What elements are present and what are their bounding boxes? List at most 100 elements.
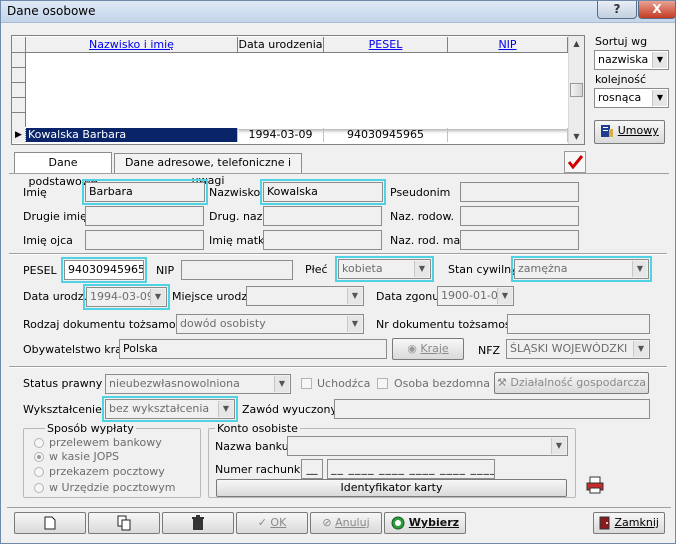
dod-label: Data zgonu	[376, 290, 440, 303]
table-row[interactable]: Kowalska Barbara 1994-03-09 94030945965	[25, 127, 568, 143]
chevron-down-icon[interactable]: ▼	[218, 401, 233, 417]
nfz-select[interactable]: ŚLĄSKI WOJEWÓDZKI ▼	[506, 339, 650, 359]
chevron-down-icon[interactable]: ▼	[274, 376, 289, 392]
new-document-icon	[44, 516, 56, 530]
nip-label: NIP	[156, 264, 175, 277]
mother-name-field[interactable]	[263, 230, 382, 250]
pseudonym-field[interactable]	[460, 182, 579, 202]
citizenship-field[interactable]: Polska	[119, 339, 387, 359]
dane-osobowe-window: Dane osobowe ? X Nazwisko i imię Data ur…	[0, 0, 676, 544]
business-activity-button[interactable]: ⚒ Działalność gospodarcza	[494, 372, 649, 394]
payment-option-label: w kasie JOPS	[49, 450, 119, 463]
sort-by-label: Sortuj wg	[595, 35, 648, 48]
accept-checkmark-button[interactable]	[564, 151, 586, 173]
second-last-name-field[interactable]	[263, 206, 382, 226]
ok-button[interactable]: ✓ OK	[236, 512, 308, 534]
column-header-dob[interactable]: Data urodzenia	[238, 37, 324, 53]
grid-current-row-indicator: ▶	[12, 128, 26, 143]
selected-row-nip[interactable]	[448, 128, 568, 142]
tab-dane-adresowe[interactable]: Dane adresowe, telefoniczne i uwagi	[114, 153, 302, 187]
birthplace-select[interactable]: ▼	[246, 286, 364, 306]
profession-label: Zawód wyuczony	[242, 403, 337, 416]
payment-radio-postal-transfer[interactable]	[34, 467, 44, 477]
chevron-down-icon[interactable]: ▼	[497, 288, 512, 304]
checkmark-icon	[567, 155, 584, 170]
account-number-field[interactable]: __ ____ ____ ____ ____ ____ ____	[327, 459, 495, 479]
column-header-pesel[interactable]: PESEL	[324, 37, 448, 53]
grid-scrollbar[interactable]: ▲ ▼	[568, 36, 584, 144]
close-button[interactable]: Zamknij	[593, 512, 665, 534]
copy-button[interactable]	[88, 512, 160, 534]
chevron-down-icon[interactable]: ▼	[633, 341, 648, 357]
sex-select[interactable]: kobieta ▼	[335, 256, 434, 282]
chevron-down-icon[interactable]: ▼	[150, 289, 165, 305]
selected-row-pesel[interactable]: 94030945965	[324, 128, 448, 142]
exit-door-icon	[599, 516, 610, 530]
close-window-button[interactable]: X	[638, 1, 676, 19]
select-button[interactable]: Wybierz	[384, 512, 466, 534]
second-last-name-label: Drug. naz.	[209, 210, 266, 223]
sort-order-select[interactable]: rosnąca ▼	[594, 88, 669, 108]
mother-family-name-label: Naz. rod. mat.	[390, 234, 468, 247]
selected-row-dob[interactable]: 1994-03-09	[238, 128, 324, 142]
dob-field[interactable]: 1994-03-09 ▼	[83, 284, 170, 310]
title-bar: Dane osobowe ? X	[1, 1, 676, 23]
scroll-up-icon[interactable]: ▲	[569, 36, 584, 51]
family-name-field[interactable]	[460, 206, 579, 226]
tools-icon: ⚒	[496, 376, 507, 389]
column-header-name[interactable]: Nazwisko i imię	[26, 37, 238, 53]
scroll-thumb[interactable]	[570, 83, 583, 97]
chevron-down-icon[interactable]: ▼	[414, 261, 429, 277]
new-button[interactable]	[14, 512, 86, 534]
help-button[interactable]: ?	[597, 1, 637, 19]
nip-field[interactable]	[181, 260, 293, 280]
mother-family-name-field[interactable]	[460, 230, 579, 250]
delete-button[interactable]	[162, 512, 234, 534]
chevron-down-icon[interactable]: ▼	[551, 438, 566, 454]
chevron-down-icon[interactable]: ▼	[652, 90, 667, 106]
window-title: Dane osobowe	[7, 4, 96, 18]
card-identifier-button[interactable]: Identyfikator karty	[216, 479, 567, 497]
homeless-checkbox[interactable]	[377, 378, 388, 389]
chevron-down-icon[interactable]: ▼	[347, 316, 362, 332]
tab-dane-podstawowe[interactable]: Dane podstawowe	[14, 152, 112, 188]
contracts-button[interactable]: Umowy	[594, 120, 665, 144]
doc-number-field[interactable]	[507, 314, 650, 334]
profession-field[interactable]	[334, 399, 650, 419]
chevron-down-icon[interactable]: ▼	[347, 288, 362, 304]
sort-by-select[interactable]: nazwiska ▼	[594, 50, 669, 70]
doc-number-label: Nr dokumentu tożsamości	[376, 318, 520, 331]
chevron-down-icon[interactable]: ▼	[632, 261, 647, 277]
payment-radio-post-office[interactable]	[34, 483, 44, 493]
father-name-field[interactable]	[85, 230, 204, 250]
second-name-field[interactable]	[85, 206, 204, 226]
doc-type-select[interactable]: dowód osobisty ▼	[176, 314, 364, 334]
countries-button[interactable]: ◉ Kraje	[392, 338, 464, 360]
legal-status-label: Status prawny	[23, 377, 103, 390]
education-select[interactable]: bez wykształcenia ▼	[102, 396, 238, 422]
payment-radio-cash[interactable]	[34, 452, 44, 462]
dob-label: Data urodz.	[23, 290, 87, 303]
cancel-button[interactable]: ⊘ Anuluj	[310, 512, 382, 534]
selected-row-name[interactable]: Kowalska Barbara	[25, 127, 239, 143]
legal-status-select[interactable]: nieubezwłasnowolniona ▼	[105, 374, 291, 394]
second-name-label: Drugie imię	[23, 210, 87, 223]
bank-name-select[interactable]: ▼	[287, 436, 568, 456]
last-name-label: Nazwisko	[209, 186, 261, 199]
pesel-field[interactable]: 94030945965	[61, 257, 147, 283]
account-number-prefix[interactable]: __	[301, 459, 323, 479]
scroll-down-icon[interactable]: ▼	[569, 129, 584, 144]
account-number-label: Numer rachunku	[215, 463, 307, 476]
last-name-field[interactable]: Kowalska	[260, 179, 386, 205]
refugee-checkbox[interactable]	[301, 378, 312, 389]
column-header-nip[interactable]: NIP	[448, 37, 568, 53]
dod-field[interactable]: 1900-01-01 ▼	[437, 286, 514, 306]
first-name-field[interactable]: Barbara	[82, 179, 208, 205]
print-button[interactable]	[584, 474, 606, 496]
select-icon	[391, 516, 405, 530]
payment-radio-bank[interactable]	[34, 438, 44, 448]
chevron-down-icon[interactable]: ▼	[652, 52, 667, 68]
payment-method-title: Sposób wypłaty	[45, 422, 136, 435]
marital-status-select[interactable]: zamężna ▼	[511, 256, 652, 282]
mother-name-label: Imię matki	[209, 234, 268, 247]
